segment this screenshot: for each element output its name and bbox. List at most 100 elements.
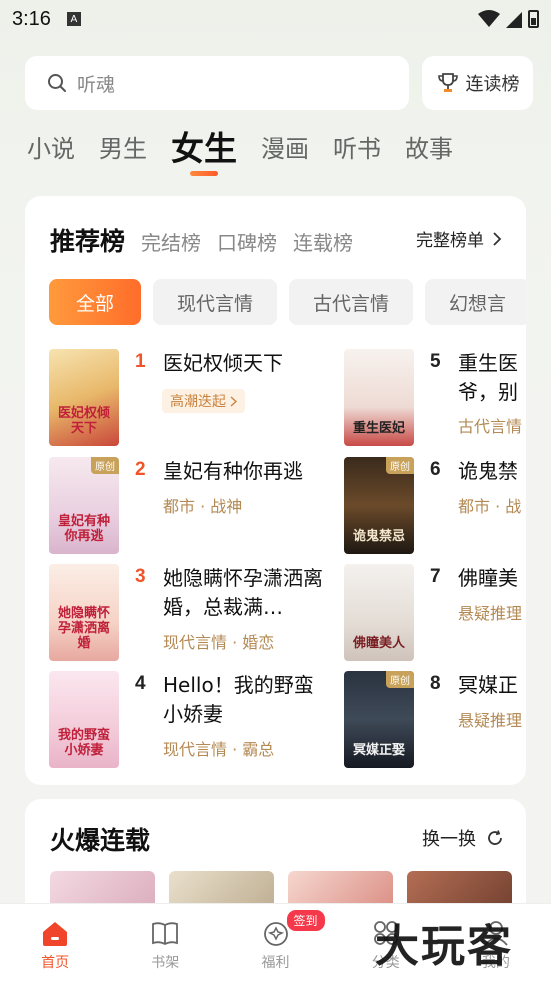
cover-title: 她隐瞒怀孕潇洒离婚 bbox=[57, 606, 110, 651]
gift-icon bbox=[263, 922, 288, 946]
ranking-item-3[interactable]: 她隐瞒怀孕潇洒离婚 3 她隐瞒怀孕潇洒离婚，总裁满… 现代言情 · 婚恋 bbox=[49, 564, 323, 664]
tab-novel[interactable]: 小说 bbox=[27, 128, 75, 170]
book-title: 重生医 爷，别 bbox=[458, 349, 526, 407]
category-tabs: 小说 男生 女生 漫画 听书 故事 bbox=[27, 128, 453, 170]
nav-welfare[interactable]: 签到 福利 bbox=[220, 904, 330, 981]
nav-welfare-label: 福利 bbox=[261, 955, 290, 971]
trophy-icon bbox=[437, 73, 458, 92]
tab-recommend-rank[interactable]: 推荐榜 bbox=[50, 222, 125, 258]
ranking-item-4[interactable]: 我的野蛮小娇妻 4 Hello！我的野蛮小娇妻 现代言情 · 霸总 bbox=[49, 671, 314, 771]
cover-title: 重生医妃 bbox=[352, 421, 405, 436]
original-tag: 原创 bbox=[91, 457, 119, 474]
nav-home-label: 首页 bbox=[41, 955, 70, 971]
filter-modern-romance[interactable]: 现代言情 bbox=[153, 279, 278, 325]
reading-rank-label: 连读榜 bbox=[465, 74, 520, 95]
original-tag: 原创 bbox=[386, 671, 414, 688]
nav-bookshelf[interactable]: 书架 bbox=[110, 904, 220, 981]
nav-home[interactable]: 首页 bbox=[0, 904, 110, 981]
ranking-item-2[interactable]: 原创 皇妃有种你再逃 2 皇妃有种你再逃 都市 · 战神 bbox=[49, 457, 303, 557]
book-title: Hello！我的野蛮小娇妻 bbox=[163, 673, 314, 726]
highlight-tag: 高潮迭起 bbox=[162, 389, 245, 413]
search-input[interactable]: 听魂 bbox=[25, 56, 409, 110]
reading-rank-button[interactable]: 连读榜 bbox=[422, 56, 533, 110]
bookshelf-icon bbox=[152, 922, 179, 946]
rank-number: 2 bbox=[135, 459, 146, 480]
home-icon bbox=[43, 922, 68, 946]
ranking-item-5[interactable]: 重生医妃 5 重生医 爷，别 古代言情 bbox=[344, 349, 526, 449]
rank-number: 5 bbox=[430, 351, 441, 372]
book-cover: 原创 诡鬼禁忌 bbox=[344, 457, 414, 554]
cover-title: 诡鬼禁忌 bbox=[352, 529, 405, 544]
tab-story[interactable]: 故事 bbox=[405, 128, 453, 170]
book-title-line-2: 爷，别 bbox=[458, 380, 518, 404]
book-title: 冥媒正 bbox=[458, 673, 518, 697]
status-icons bbox=[478, 10, 539, 28]
refresh-button[interactable]: 换一换 bbox=[422, 825, 504, 851]
tab-male[interactable]: 男生 bbox=[99, 128, 147, 170]
refresh-label: 换一换 bbox=[422, 829, 476, 850]
highlight-tag-label: 高潮迭起 bbox=[170, 394, 226, 410]
watermark: 大玩客 bbox=[375, 921, 513, 972]
ranking-item-1[interactable]: 医妃权倾天下 1 医妃权倾天下 高潮迭起 bbox=[49, 349, 299, 449]
full-list-link[interactable]: 完整榜单 bbox=[416, 226, 502, 251]
rank-number: 6 bbox=[430, 459, 441, 480]
book-title: 佛瞳美 bbox=[458, 566, 518, 590]
book-genre: 现代言情 · 婚恋 bbox=[163, 633, 275, 652]
filter-all[interactable]: 全部 bbox=[49, 279, 141, 325]
signal-icon bbox=[506, 12, 522, 28]
book-genre: 悬疑推理 bbox=[458, 604, 523, 623]
book-genre: 都市 · 战神 bbox=[163, 497, 243, 516]
rank-number: 8 bbox=[430, 673, 441, 694]
refresh-icon bbox=[488, 830, 502, 845]
filter-ancient-romance[interactable]: 古代言情 bbox=[289, 279, 414, 325]
rank-number: 4 bbox=[135, 673, 146, 694]
ranking-item-6[interactable]: 原创 诡鬼禁忌 6 诡鬼禁 都市 · 战 bbox=[344, 457, 526, 557]
book-cover: 原创 冥媒正娶 bbox=[344, 671, 414, 768]
ranking-tabs: 推荐榜 完结榜 口碑榜 连载榜 bbox=[50, 222, 353, 258]
clock: 3:16 bbox=[12, 7, 51, 30]
book-cover: 重生医妃 bbox=[344, 349, 414, 446]
tab-audiobook[interactable]: 听书 bbox=[333, 128, 381, 170]
tab-finished-rank[interactable]: 完结榜 bbox=[141, 227, 201, 256]
status-bar: 3:16 A bbox=[0, 0, 551, 38]
book-genre: 古代言情 bbox=[458, 417, 523, 436]
book-title: 医妃权倾天下 bbox=[163, 351, 283, 375]
rank-number: 3 bbox=[135, 566, 146, 587]
tab-reputation-rank[interactable]: 口碑榜 bbox=[217, 227, 277, 256]
book-genre: 现代言情 · 霸总 bbox=[163, 740, 275, 759]
tab-serial-rank[interactable]: 连载榜 bbox=[293, 227, 353, 256]
ranking-item-8[interactable]: 原创 冥媒正娶 8 冥媒正 悬疑推理 bbox=[344, 671, 526, 771]
chevron-right-icon bbox=[493, 231, 502, 246]
wifi-icon bbox=[478, 10, 500, 27]
notification-icon: A bbox=[66, 12, 81, 26]
book-title: 皇妃有种你再逃 bbox=[163, 459, 303, 483]
genre-filters: 全部 现代言情 古代言情 幻想言 bbox=[49, 279, 526, 325]
book-cover: 她隐瞒怀孕潇洒离婚 bbox=[49, 564, 119, 661]
cover-title: 佛瞳美人 bbox=[352, 636, 405, 651]
checkin-badge: 签到 bbox=[286, 910, 325, 931]
original-tag: 原创 bbox=[386, 457, 414, 474]
search-icon bbox=[48, 74, 66, 92]
filter-fantasy-romance[interactable]: 幻想言 bbox=[425, 279, 526, 325]
book-genre: 悬疑推理 bbox=[458, 711, 523, 730]
cover-title: 医妃权倾天下 bbox=[57, 406, 110, 436]
battery-icon bbox=[528, 10, 539, 28]
book-title: 她隐瞒怀孕潇洒离婚，总裁满… bbox=[163, 566, 323, 619]
tab-female[interactable]: 女生 bbox=[171, 128, 237, 170]
search-placeholder: 听魂 bbox=[77, 73, 116, 96]
full-list-label: 完整榜单 bbox=[416, 231, 484, 251]
book-title-line-1: 重生医 bbox=[458, 351, 518, 375]
ranking-item-7[interactable]: 佛瞳美人 7 佛瞳美 悬疑推理 bbox=[344, 564, 526, 664]
book-cover: 原创 皇妃有种你再逃 bbox=[49, 457, 119, 554]
book-genre: 都市 · 战 bbox=[458, 497, 522, 516]
book-cover: 佛瞳美人 bbox=[344, 564, 414, 661]
chevron-right-icon bbox=[230, 395, 237, 407]
tab-comic[interactable]: 漫画 bbox=[261, 128, 309, 170]
section-title: 火爆连载 bbox=[50, 826, 151, 855]
book-title: 诡鬼禁 bbox=[458, 459, 518, 483]
rank-number: 7 bbox=[430, 566, 441, 587]
cover-title: 冥媒正娶 bbox=[352, 743, 405, 758]
cover-title: 我的野蛮小娇妻 bbox=[57, 728, 110, 758]
book-cover: 医妃权倾天下 bbox=[49, 349, 119, 446]
nav-bookshelf-label: 书架 bbox=[151, 955, 180, 971]
